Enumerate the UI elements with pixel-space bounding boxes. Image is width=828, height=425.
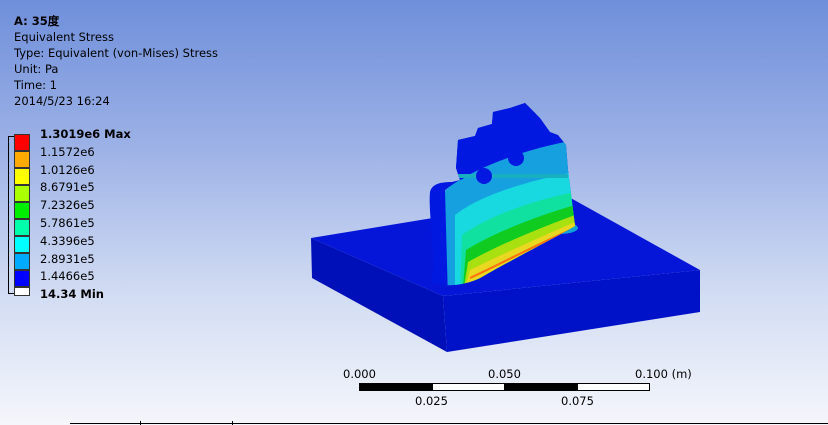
tab-divider xyxy=(232,421,233,425)
scale-label-0: 0.000 xyxy=(343,367,376,381)
bottom-divider xyxy=(70,423,828,424)
scale-segment xyxy=(577,383,650,391)
scale-label-025: 0.025 xyxy=(415,394,448,408)
scale-bar: 0.000 0.050 0.100 (m) 0.025 0.075 xyxy=(340,367,720,417)
model-view[interactable] xyxy=(0,0,828,425)
scale-segment xyxy=(359,383,433,391)
scale-label-100: 0.100 (m) xyxy=(635,367,692,381)
tab-divider xyxy=(140,421,141,425)
scale-label-075: 0.075 xyxy=(561,394,594,408)
scale-label-050: 0.050 xyxy=(488,367,521,381)
scale-segment xyxy=(432,383,505,391)
scale-segment xyxy=(504,383,578,391)
